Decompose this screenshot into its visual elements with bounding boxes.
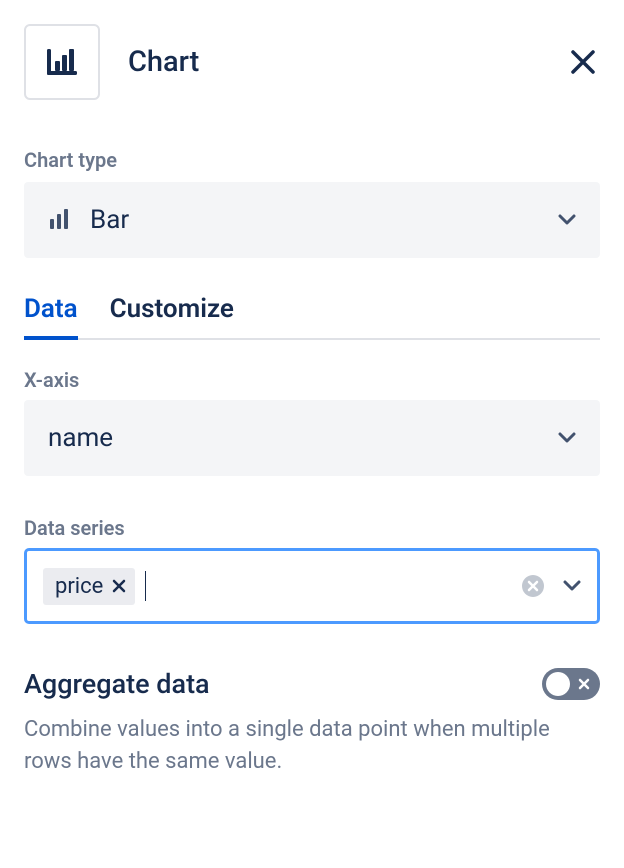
chart-type-value: Bar xyxy=(90,205,129,235)
tabs: Data Customize xyxy=(24,294,600,340)
bar-chart-small-icon xyxy=(48,209,70,231)
data-series-label: Data series xyxy=(24,516,600,540)
tab-data[interactable]: Data xyxy=(24,294,78,340)
chart-type-content: Bar xyxy=(48,205,129,235)
clear-icon xyxy=(521,574,545,598)
chart-type-select[interactable]: Bar xyxy=(24,182,600,258)
aggregate-description: Combine values into a single data point … xyxy=(24,714,600,778)
chart-icon-box xyxy=(24,24,100,100)
toggle-off-indicator xyxy=(577,677,591,691)
x-icon xyxy=(577,677,591,691)
aggregate-label: Aggregate data xyxy=(24,668,210,700)
chevron-down-icon xyxy=(558,432,576,444)
chip-remove-button[interactable] xyxy=(111,578,127,594)
close-button[interactable] xyxy=(566,45,600,79)
x-icon xyxy=(111,578,127,594)
text-cursor xyxy=(145,571,146,601)
close-icon xyxy=(570,49,596,75)
aggregate-row: Aggregate data xyxy=(24,668,600,700)
x-axis-value: name xyxy=(48,423,113,453)
panel-title: Chart xyxy=(128,45,199,79)
header-left: Chart xyxy=(24,24,199,100)
x-axis-select[interactable]: name xyxy=(24,400,600,476)
x-axis-label: X-axis xyxy=(24,368,600,392)
chevron-down-icon xyxy=(558,214,576,226)
bar-chart-icon xyxy=(47,49,77,75)
chip-price: price xyxy=(43,568,135,605)
data-series-controls xyxy=(521,574,581,598)
data-series-chips: price xyxy=(43,568,146,605)
chevron-down-icon xyxy=(563,580,581,592)
aggregate-toggle[interactable] xyxy=(542,668,600,700)
toggle-knob xyxy=(546,672,570,696)
chip-label: price xyxy=(55,574,103,599)
clear-all-button[interactable] xyxy=(521,574,545,598)
chart-type-label: Chart type xyxy=(24,148,600,172)
panel-header: Chart xyxy=(24,24,600,100)
data-series-input[interactable]: price xyxy=(24,548,600,624)
tab-customize[interactable]: Customize xyxy=(110,294,234,340)
